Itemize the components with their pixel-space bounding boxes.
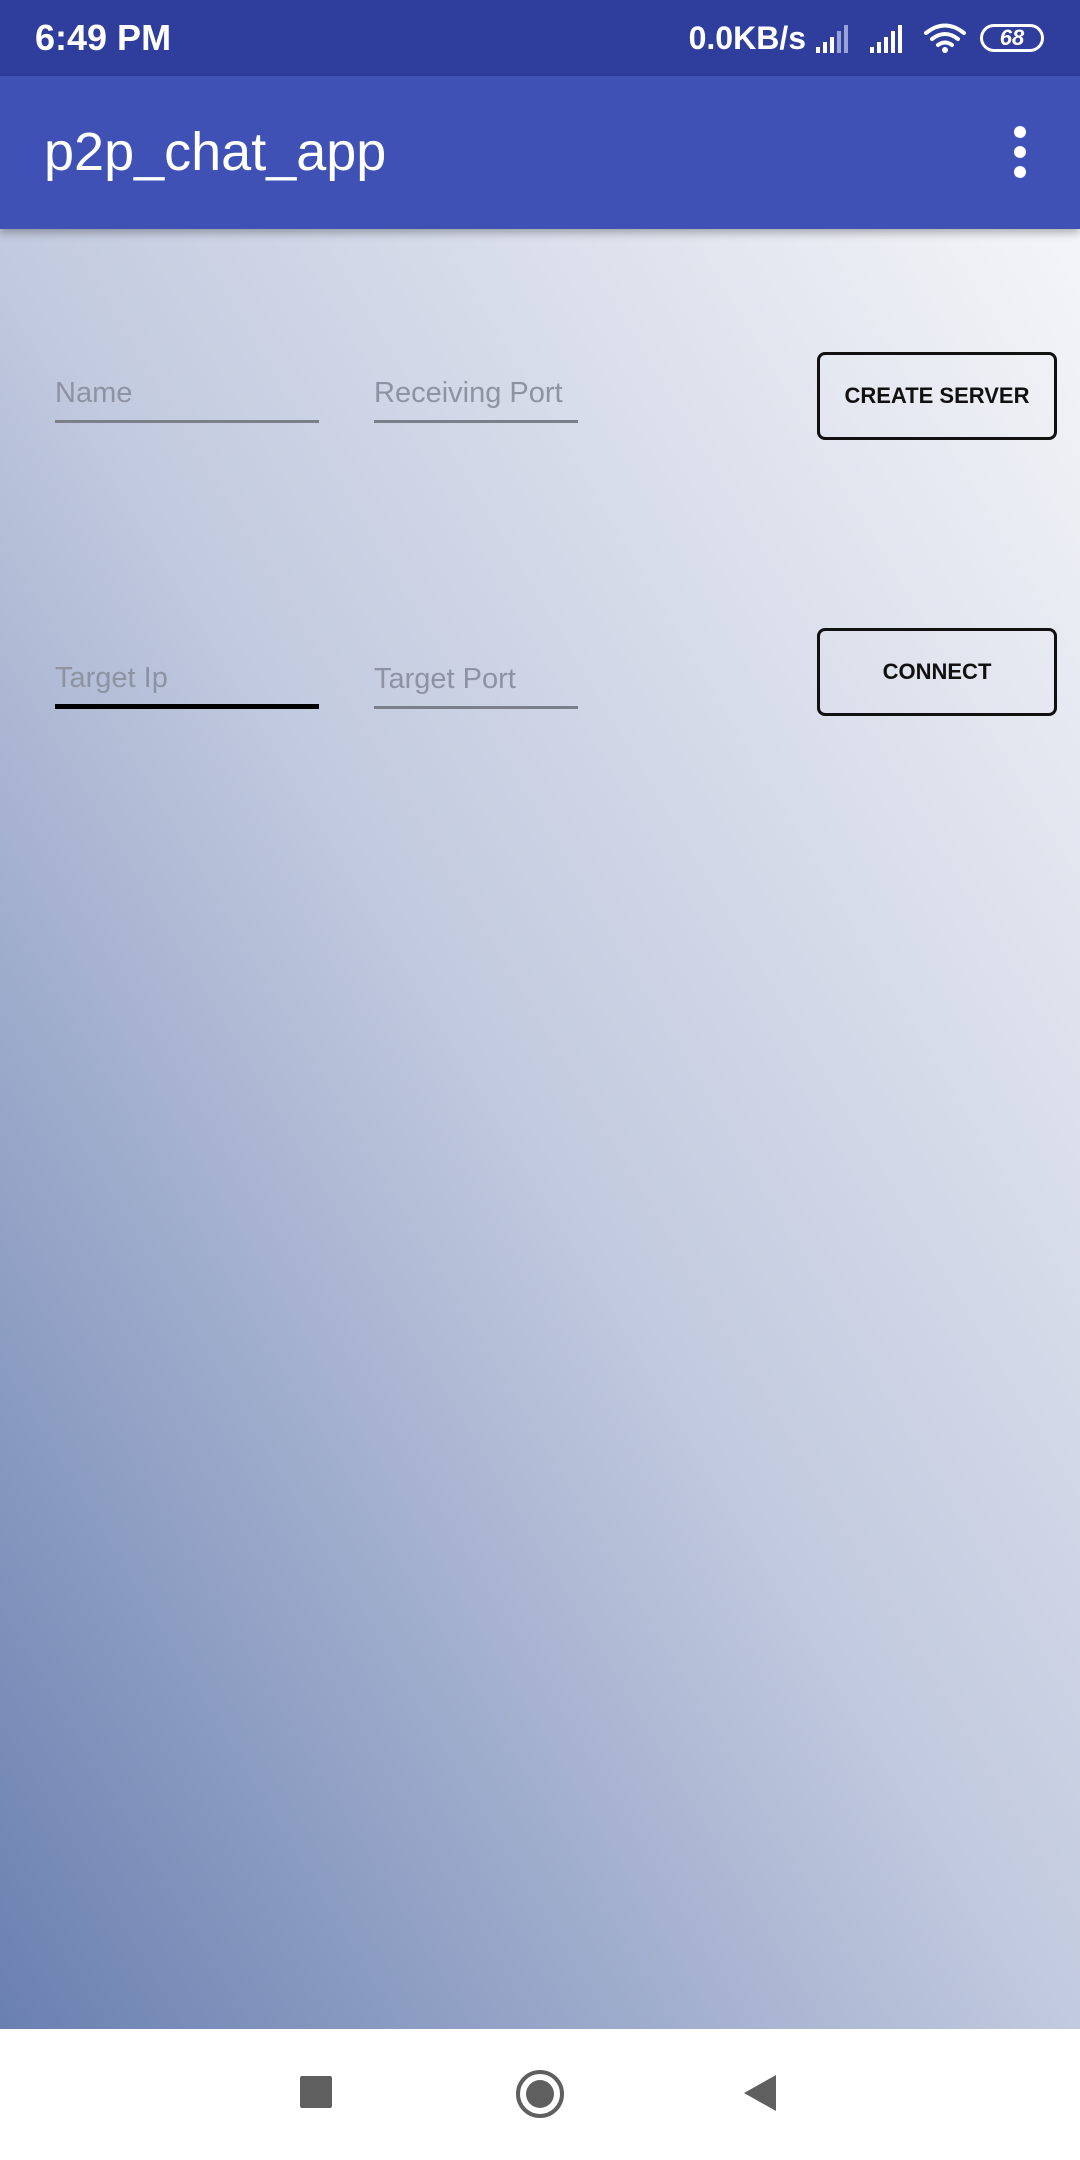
- receiving-port-field-container: [374, 367, 578, 427]
- status-icons: 0.0KB/s 68: [689, 14, 1044, 62]
- battery-icon: 68: [980, 24, 1044, 52]
- receiving-port-input[interactable]: [374, 367, 578, 423]
- name-field-container: [55, 367, 319, 427]
- target-port-input[interactable]: [374, 653, 578, 709]
- signal-icon: [816, 25, 848, 53]
- recents-icon[interactable]: [300, 2076, 332, 2108]
- network-speed: 0.0KB/s: [688, 20, 806, 56]
- more-vert-icon[interactable]: [1000, 124, 1040, 180]
- name-input[interactable]: [55, 367, 319, 423]
- target-ip-input[interactable]: [55, 653, 319, 709]
- main-content: CREATE SERVER CONNECT: [0, 229, 1080, 2029]
- home-icon[interactable]: [516, 2070, 564, 2118]
- back-icon[interactable]: [744, 2075, 776, 2111]
- signal-icon: [870, 25, 902, 53]
- battery-level: 68: [999, 25, 1025, 50]
- create-server-button[interactable]: CREATE SERVER: [817, 352, 1057, 440]
- wifi-icon: [924, 23, 966, 53]
- navigation-bar: [0, 2029, 1080, 2160]
- connect-button[interactable]: CONNECT: [817, 628, 1057, 716]
- target-port-field-container: [374, 653, 578, 713]
- app-title: p2p_chat_app: [44, 122, 387, 182]
- app-bar: p2p_chat_app: [0, 76, 1080, 229]
- screen: 6:49 PM 0.0KB/s 68 p2p_chat_app Name Rec…: [0, 0, 1080, 2160]
- target-ip-field-container: [55, 653, 319, 713]
- status-time: 6:49 PM: [35, 17, 172, 58]
- status-bar: 6:49 PM 0.0KB/s 68: [0, 0, 1080, 76]
